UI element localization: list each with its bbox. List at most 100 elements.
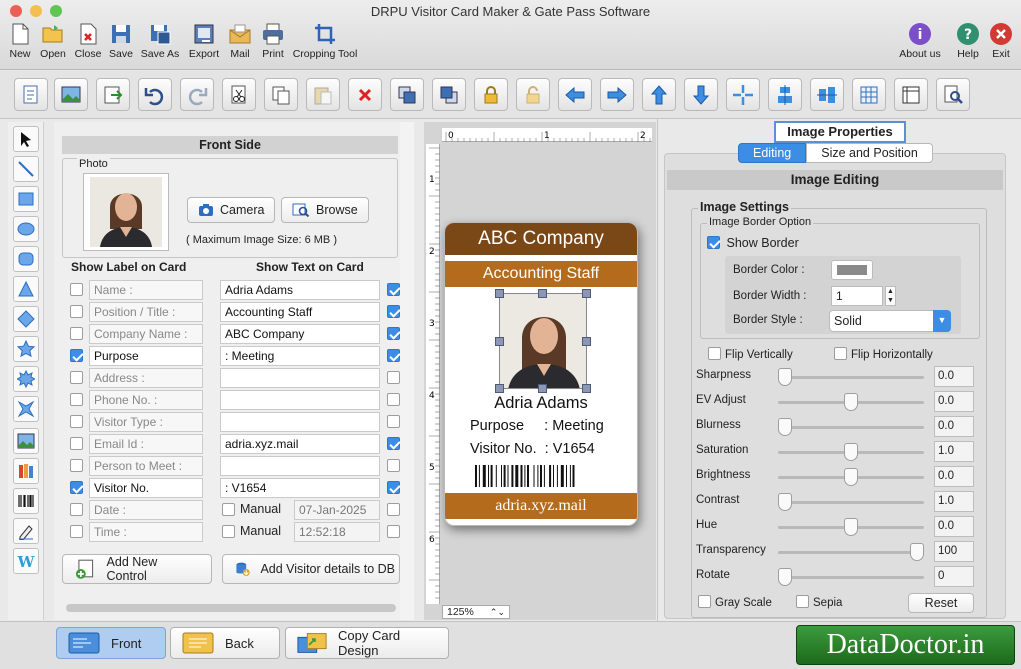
delete-button[interactable] [348,78,382,111]
field-label[interactable]: Visitor Type : [89,412,203,432]
show-label-checkbox[interactable] [70,305,83,318]
copy-card-design-button[interactable]: Copy Card Design [285,627,449,659]
browse-button[interactable]: Browse [281,197,369,223]
card-purpose[interactable]: Purpose : Meeting [470,418,604,434]
field-label[interactable]: Position / Title : [89,302,203,322]
slider-thumb[interactable] [844,518,858,536]
triangle-tool[interactable] [13,276,39,302]
move-up-button[interactable] [642,78,676,111]
slider-value[interactable]: 0.0 [934,416,974,437]
field-label[interactable]: Visitor No. [89,478,203,498]
field-label[interactable]: Time : [89,522,203,542]
add-new-control-button[interactable]: Add New Control [62,554,212,584]
show-label-checkbox[interactable] [70,393,83,406]
show-label-checkbox[interactable] [70,371,83,384]
manual-checkbox[interactable] [222,503,235,516]
field-text-input[interactable] [220,390,380,410]
flip-horizontally-checkbox[interactable]: Flip Horizontally [834,347,933,361]
sepia-checkbox[interactable]: Sepia [796,595,842,609]
image-insert-tool[interactable] [13,428,39,454]
field-text-input[interactable]: : V1654 [220,478,380,498]
show-label-checkbox[interactable] [70,327,83,340]
center-button[interactable] [726,78,760,111]
slider-track[interactable] [778,576,924,579]
field-text-input[interactable]: Accounting Staff [220,302,380,322]
pointer-tool[interactable] [13,126,39,152]
manual-value[interactable]: 12:52:18 [294,522,380,542]
show-text-checkbox[interactable] [387,305,400,318]
resize-handle[interactable] [538,384,547,393]
resize-handle[interactable] [495,289,504,298]
resize-handle[interactable] [582,384,591,393]
card-visitor-no[interactable]: Visitor No. : V1654 [470,441,595,457]
card-email[interactable]: adria.xyz.mail [445,493,637,519]
align-horizontal-button[interactable] [810,78,844,111]
zoom-select[interactable]: 125% ⌃⌄ [442,605,510,619]
show-text-checkbox[interactable] [387,327,400,340]
slider-track[interactable] [778,426,924,429]
resize-handle[interactable] [495,337,504,346]
help-button[interactable]: ? Help [954,22,982,68]
resize-handle[interactable] [495,384,504,393]
add-visitor-db-button[interactable]: Add Visitor details to DB [222,554,400,584]
shape-tool[interactable] [13,396,39,422]
field-text-input[interactable]: adria.xyz.mail [220,434,380,454]
rectangle-tool[interactable] [13,186,39,212]
show-text-checkbox[interactable] [387,393,400,406]
ellipse-tool[interactable] [13,216,39,242]
save-as-button[interactable]: Save As [138,22,182,68]
splitter[interactable] [400,122,414,620]
field-text-input[interactable] [220,412,380,432]
field-label[interactable]: Phone No. : [89,390,203,410]
show-text-checkbox[interactable] [387,503,400,516]
show-border-check[interactable] [707,236,720,249]
manual-checkbox[interactable] [222,525,235,538]
show-label-checkbox[interactable] [70,415,83,428]
slider-thumb[interactable] [778,493,792,511]
back-button[interactable]: Back [170,627,280,659]
cropping-tool-button[interactable]: Cropping Tool [292,22,358,68]
card-barcode[interactable] [475,465,607,487]
field-label[interactable]: Company Name : [89,324,203,344]
front-button[interactable]: Front [56,627,166,659]
photo-thumbnail[interactable] [83,173,169,251]
send-back-button[interactable] [432,78,466,111]
slider-value[interactable]: 0.0 [934,466,974,487]
resize-handle[interactable] [538,289,547,298]
tab-size-position[interactable]: Size and Position [806,143,933,163]
show-label-checkbox[interactable] [70,437,83,450]
line-tool[interactable] [13,156,39,182]
field-label[interactable]: Purpose [89,346,203,366]
slider-thumb[interactable] [778,368,792,386]
horizontal-scrollbar[interactable] [66,604,396,612]
move-left-button[interactable] [558,78,592,111]
border-style-select[interactable]: Solid ▼ [829,310,951,332]
slider-value[interactable]: 1.0 [934,441,974,462]
ruler-button[interactable] [894,78,928,111]
field-label[interactable]: Person to Meet : [89,456,203,476]
resize-handle[interactable] [582,289,591,298]
slider-value[interactable]: 0.0 [934,516,974,537]
move-right-button[interactable] [600,78,634,111]
card-name[interactable]: Adria Adams [445,394,637,413]
field-text-input[interactable] [220,456,380,476]
save-button[interactable]: Save [106,22,136,68]
slider-thumb[interactable] [844,393,858,411]
copy-button[interactable] [264,78,298,111]
star-tool[interactable] [13,336,39,362]
import-tool-button[interactable] [96,78,130,111]
grayscale-check[interactable] [698,595,711,608]
new-button[interactable]: New [6,22,34,68]
field-text-input[interactable] [220,368,380,388]
undo-button[interactable] [138,78,172,111]
show-text-checkbox[interactable] [387,481,400,494]
slider-thumb[interactable] [844,443,858,461]
flip-vertically-check[interactable] [708,347,721,360]
resize-handle[interactable] [582,337,591,346]
field-label[interactable]: Name : [89,280,203,300]
cut-button[interactable] [222,78,256,111]
image-tool-button[interactable] [54,78,88,111]
wordart-tool[interactable]: W [13,548,39,574]
burst-tool[interactable] [13,366,39,392]
paste-button[interactable] [306,78,340,111]
